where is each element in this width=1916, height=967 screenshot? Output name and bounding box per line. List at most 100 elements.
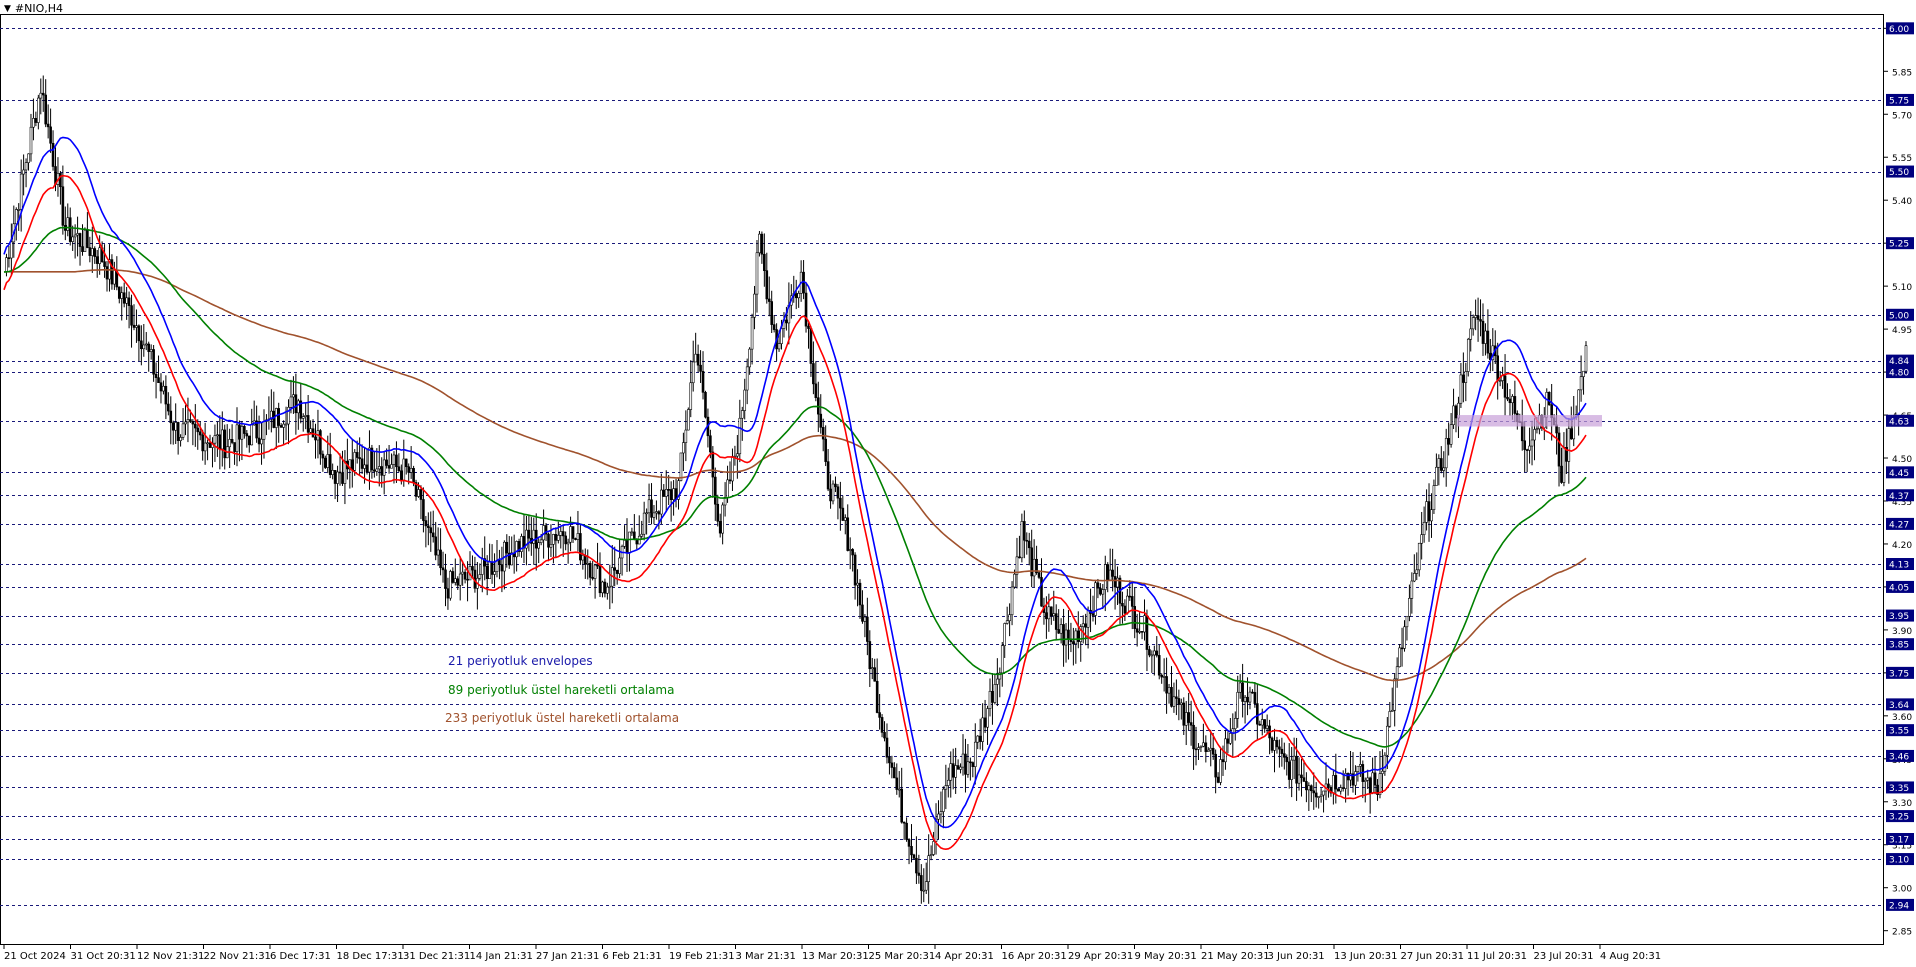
candle-body-199 xyxy=(490,561,494,575)
candle-body-112 xyxy=(277,408,281,426)
candle-body-317 xyxy=(780,328,783,344)
candle-body-355 xyxy=(873,667,877,682)
candle-body-537 xyxy=(1319,794,1323,797)
candle-body-394 xyxy=(969,761,972,764)
candle-body-90 xyxy=(223,429,227,459)
candle-body-242 xyxy=(596,564,599,567)
candle-body-157 xyxy=(387,465,391,469)
candle-body-286 xyxy=(704,392,707,418)
candle-body-374 xyxy=(920,875,923,891)
level-badge-label-3.55: 3.55 xyxy=(1889,727,1909,737)
candle-body-38 xyxy=(95,256,99,264)
chart-title-bar[interactable]: ▼ #NIO,H4 xyxy=(4,2,63,15)
candle-body-299 xyxy=(736,453,739,457)
y-tick-label-5.85: 5.85 xyxy=(1892,68,1912,78)
candle-body-643 xyxy=(1579,376,1583,391)
candle-body-156 xyxy=(385,459,388,466)
candle-body-52 xyxy=(130,305,133,326)
candle-body-396 xyxy=(973,741,977,767)
candle-body-493 xyxy=(1211,747,1215,755)
candle-body-310 xyxy=(763,253,766,271)
x-tick-label-10: 19 Feb 21:31 xyxy=(669,951,735,962)
candle-body-548 xyxy=(1346,773,1350,781)
candle-body-231 xyxy=(569,526,572,543)
candle-body-433 xyxy=(1064,629,1068,646)
candle-body-336 xyxy=(826,461,830,490)
x-tick-label-20: 13 Jun 20:31 xyxy=(1334,951,1398,962)
candle-body-153 xyxy=(377,466,381,470)
candle-body-158 xyxy=(390,464,393,469)
candle-body-402 xyxy=(988,690,992,709)
candle-body-132 xyxy=(326,454,330,468)
candle-body-605 xyxy=(1486,330,1490,354)
candle-body-636 xyxy=(1562,447,1566,483)
candle-body-233 xyxy=(574,538,577,540)
candle-body-88 xyxy=(218,434,222,450)
candle-body-496 xyxy=(1219,759,1222,783)
candle-body-576 xyxy=(1415,569,1419,574)
level-badge-label-4.63: 4.63 xyxy=(1889,417,1909,427)
candle-body-363 xyxy=(893,767,896,779)
level-badge-label-6.00: 6.00 xyxy=(1889,25,1909,35)
candle-body-270 xyxy=(664,489,668,497)
candle-body-144 xyxy=(355,452,359,458)
candle-body-401 xyxy=(986,708,989,728)
x-tick-label-11: 3 Mar 21:31 xyxy=(736,951,796,962)
candle-body-335 xyxy=(824,438,827,462)
y-tick-label-5.40: 5.40 xyxy=(1892,197,1912,207)
candle-body-453 xyxy=(1113,576,1117,588)
candle-body-376 xyxy=(924,881,928,891)
candle-body-222 xyxy=(547,533,550,548)
candle-body-378 xyxy=(929,854,933,857)
candle-body-404 xyxy=(993,684,997,703)
candle-body-271 xyxy=(667,489,670,491)
candle-body-570 xyxy=(1400,647,1404,650)
y-tick-label-5.10: 5.10 xyxy=(1892,283,1912,293)
candle-body-366 xyxy=(900,788,903,823)
x-tick-label-8: 27 Jan 21:31 xyxy=(536,951,599,962)
candle-body-463 xyxy=(1138,631,1141,633)
candle-body-407 xyxy=(1000,645,1004,674)
candle-body-587 xyxy=(1442,467,1446,471)
candle-body-357 xyxy=(878,712,881,718)
y-tick-label-5.55: 5.55 xyxy=(1892,154,1912,164)
candle-body-360 xyxy=(885,737,889,758)
candle-body-642 xyxy=(1577,389,1580,415)
candle-body-485 xyxy=(1192,724,1195,750)
candle-body-3 xyxy=(10,241,13,259)
level-badge-label-3.85: 3.85 xyxy=(1889,641,1909,651)
x-tick-label-14: 4 Apr 20:31 xyxy=(935,951,994,962)
candle-body-39 xyxy=(98,247,101,264)
candle-body-533 xyxy=(1309,785,1313,792)
resistance-zone xyxy=(1457,415,1602,427)
envelope-lower-line xyxy=(3,174,1587,851)
candle-body-506 xyxy=(1243,696,1247,702)
candle-body-518 xyxy=(1273,740,1276,751)
candle-body-388 xyxy=(954,765,957,778)
candle-body-609 xyxy=(1496,355,1500,381)
candle-body-581 xyxy=(1427,501,1431,522)
candle-body-71 xyxy=(176,422,180,441)
candle-body-162 xyxy=(400,470,403,481)
envelope-upper-line xyxy=(3,136,1587,829)
candle-body-491 xyxy=(1206,749,1210,752)
candle-body-176 xyxy=(434,536,437,556)
candle-body-495 xyxy=(1216,776,1220,783)
candle-body-544 xyxy=(1336,788,1340,792)
chart-root: 2.853.003.153.303.453.603.753.904.054.20… xyxy=(0,0,1916,963)
candle-body-229 xyxy=(564,535,567,545)
candle-body-451 xyxy=(1108,569,1112,581)
candle-body-244 xyxy=(601,581,604,594)
candle-body-278 xyxy=(684,429,688,443)
candle-body-525 xyxy=(1290,759,1293,780)
candle-body-441 xyxy=(1084,623,1087,628)
candle-body-160 xyxy=(395,454,398,468)
dropdown-arrow-icon[interactable]: ▼ xyxy=(4,4,11,14)
candle-body-135 xyxy=(333,470,337,484)
candle-body-51 xyxy=(127,297,131,306)
candle-body-120 xyxy=(297,400,300,414)
chart-title: #NIO,H4 xyxy=(14,2,64,15)
candle-body-114 xyxy=(282,423,285,428)
level-badge-label-3.25: 3.25 xyxy=(1889,813,1909,823)
candle-body-289 xyxy=(711,451,715,478)
